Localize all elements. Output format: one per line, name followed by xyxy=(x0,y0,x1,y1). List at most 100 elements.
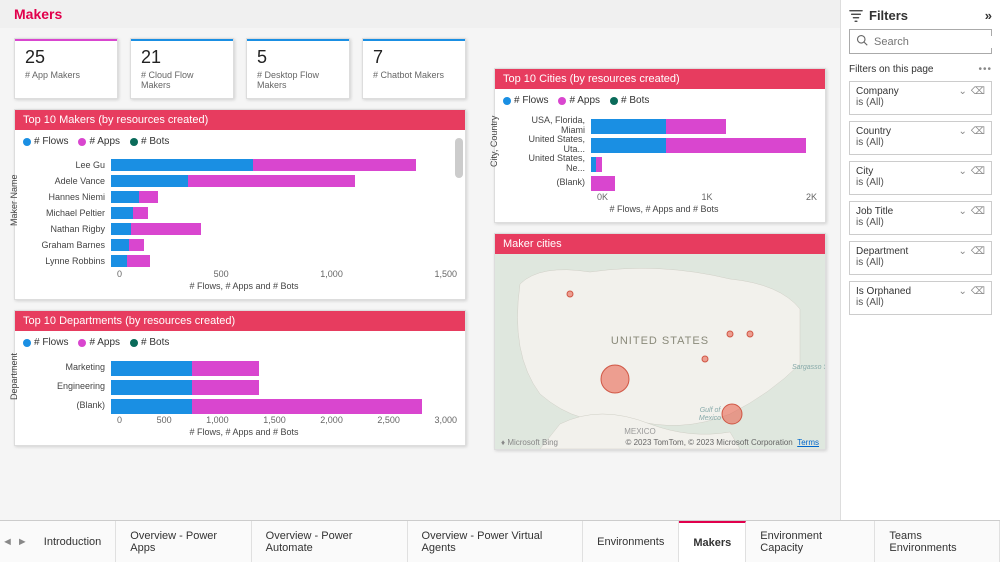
bar-segment[interactable] xyxy=(591,176,615,191)
y-axis-label: Maker Name xyxy=(9,174,19,226)
chevron-down-icon[interactable]: ⌄ xyxy=(958,126,966,137)
bar-segment[interactable] xyxy=(591,119,666,134)
search-box[interactable] xyxy=(849,29,992,54)
map-bubble[interactable] xyxy=(702,356,708,362)
map[interactable]: UNITED STATES MEXICO Gulf of Mexico Sarg… xyxy=(495,254,825,449)
clear-filter-icon[interactable]: ⌫ xyxy=(971,206,985,217)
bar-segment[interactable] xyxy=(139,191,157,203)
bar-segment[interactable] xyxy=(253,159,416,171)
legend-item[interactable]: # Apps xyxy=(558,95,600,106)
bar-segment[interactable] xyxy=(131,223,200,235)
map-bubble[interactable] xyxy=(601,365,629,393)
clear-filter-icon[interactable]: ⌫ xyxy=(971,246,985,257)
bar-segment[interactable] xyxy=(111,361,192,376)
collapse-filters-icon[interactable]: » xyxy=(985,8,992,23)
bar-segment[interactable] xyxy=(192,380,259,395)
chevron-down-icon[interactable]: ⌄ xyxy=(958,246,966,257)
filter-card[interactable]: City ⌄ ⌫ is (All) xyxy=(849,161,992,195)
tab-environments[interactable]: Environments xyxy=(583,521,679,562)
bar-segment[interactable] xyxy=(111,207,133,219)
kpi-card[interactable]: 21 # Cloud Flow Makers xyxy=(130,38,234,99)
kpi-card[interactable]: 5 # Desktop Flow Makers xyxy=(246,38,350,99)
clear-filter-icon[interactable]: ⌫ xyxy=(971,286,985,297)
bar-segment[interactable] xyxy=(596,157,601,172)
tab-overview-power-apps[interactable]: Overview - Power Apps xyxy=(116,521,251,562)
legend-item[interactable]: # Flows xyxy=(23,337,68,348)
panel-top-cities[interactable]: Top 10 Cities (by resources created) # F… xyxy=(494,68,826,223)
bar-row[interactable]: USA, Florida, Miami xyxy=(511,116,817,134)
filter-value: is (All) xyxy=(856,257,985,268)
bar-segment[interactable] xyxy=(666,119,725,134)
bar-segment[interactable] xyxy=(188,175,355,187)
bar-segment[interactable] xyxy=(129,239,143,251)
bar-segment[interactable] xyxy=(192,399,423,414)
kpi-card[interactable]: 25 # App Makers xyxy=(14,38,118,99)
tab-nav-prev[interactable]: ◄ xyxy=(0,521,15,562)
panel-maker-cities-map[interactable]: Maker cities UNITED STATES MEXICO Gulf o… xyxy=(494,233,826,450)
bar-row[interactable]: United States, Uta... xyxy=(511,135,817,153)
tab-teams-environments[interactable]: Teams Environments xyxy=(875,521,1000,562)
bar-segment[interactable] xyxy=(111,239,129,251)
search-input[interactable] xyxy=(874,36,1000,48)
bar-segment[interactable] xyxy=(111,255,127,267)
clear-filter-icon[interactable]: ⌫ xyxy=(971,166,985,177)
legend-item[interactable]: # Bots xyxy=(610,95,649,106)
bar-segment[interactable] xyxy=(111,380,192,395)
bar-row[interactable]: Lee Gu xyxy=(31,157,457,172)
bar-row[interactable]: (Blank) xyxy=(511,173,817,191)
bar-row[interactable]: Marketing xyxy=(31,358,457,376)
map-bubble[interactable] xyxy=(567,291,573,297)
chevron-down-icon[interactable]: ⌄ xyxy=(958,286,966,297)
bar-row[interactable]: (Blank) xyxy=(31,396,457,414)
bar-row[interactable]: United States, Ne... xyxy=(511,154,817,172)
bar-row[interactable]: Engineering xyxy=(31,377,457,395)
filter-card[interactable]: Company ⌄ ⌫ is (All) xyxy=(849,81,992,115)
filter-card[interactable]: Department ⌄ ⌫ is (All) xyxy=(849,241,992,275)
filter-card[interactable]: Country ⌄ ⌫ is (All) xyxy=(849,121,992,155)
bar-row[interactable]: Hannes Niemi xyxy=(31,189,457,204)
map-bubble[interactable] xyxy=(747,331,753,337)
tab-overview-power-automate[interactable]: Overview - Power Automate xyxy=(252,521,408,562)
filter-card[interactable]: Job Title ⌄ ⌫ is (All) xyxy=(849,201,992,235)
bar-segment[interactable] xyxy=(111,223,131,235)
bar-segment[interactable] xyxy=(133,207,147,219)
legend-item[interactable]: # Flows xyxy=(503,95,548,106)
map-bubble[interactable] xyxy=(727,331,733,337)
chevron-down-icon[interactable]: ⌄ xyxy=(958,166,966,177)
legend-item[interactable]: # Apps xyxy=(78,337,120,348)
panel-top-makers[interactable]: Top 10 Makers (by resources created) # F… xyxy=(14,109,466,300)
tab-nav-next[interactable]: ► xyxy=(15,521,30,562)
bar-segment[interactable] xyxy=(192,361,259,376)
bar-segment[interactable] xyxy=(111,191,139,203)
tab-introduction[interactable]: Introduction xyxy=(30,521,116,562)
bar-row[interactable]: Graham Barnes xyxy=(31,237,457,252)
chevron-down-icon[interactable]: ⌄ xyxy=(958,206,966,217)
bar-segment[interactable] xyxy=(111,175,188,187)
bar-segment[interactable] xyxy=(666,138,806,153)
chevron-down-icon[interactable]: ⌄ xyxy=(958,86,966,97)
scrollbar-top-makers[interactable] xyxy=(455,138,463,269)
bar-row[interactable]: Michael Peltier xyxy=(31,205,457,220)
clear-filter-icon[interactable]: ⌫ xyxy=(971,126,985,137)
tab-environment-capacity[interactable]: Environment Capacity xyxy=(746,521,875,562)
bar-segment[interactable] xyxy=(127,255,149,267)
bar-row[interactable]: Adele Vance xyxy=(31,173,457,188)
bar-segment[interactable] xyxy=(111,159,253,171)
legend-item[interactable]: # Bots xyxy=(130,136,169,147)
clear-filter-icon[interactable]: ⌫ xyxy=(971,86,985,97)
legend-item[interactable]: # Bots xyxy=(130,337,169,348)
filters-section-more-icon[interactable]: ••• xyxy=(978,64,992,75)
bar-row[interactable]: Lynne Robbins xyxy=(31,253,457,268)
map-terms-link[interactable]: Terms xyxy=(797,438,819,447)
legend-item[interactable]: # Flows xyxy=(23,136,68,147)
tab-makers[interactable]: Makers xyxy=(679,521,746,562)
bar-segment[interactable] xyxy=(591,138,666,153)
legend-item[interactable]: # Apps xyxy=(78,136,120,147)
bar-segment[interactable] xyxy=(111,399,192,414)
bar-row[interactable]: Nathan Rigby xyxy=(31,221,457,236)
panel-top-departments[interactable]: Top 10 Departments (by resources created… xyxy=(14,310,466,446)
tab-overview-power-virtual-agents[interactable]: Overview - Power Virtual Agents xyxy=(408,521,584,562)
map-bubble[interactable] xyxy=(722,404,742,424)
filter-card[interactable]: Is Orphaned ⌄ ⌫ is (All) xyxy=(849,281,992,315)
kpi-card[interactable]: 7 # Chatbot Makers xyxy=(362,38,466,99)
